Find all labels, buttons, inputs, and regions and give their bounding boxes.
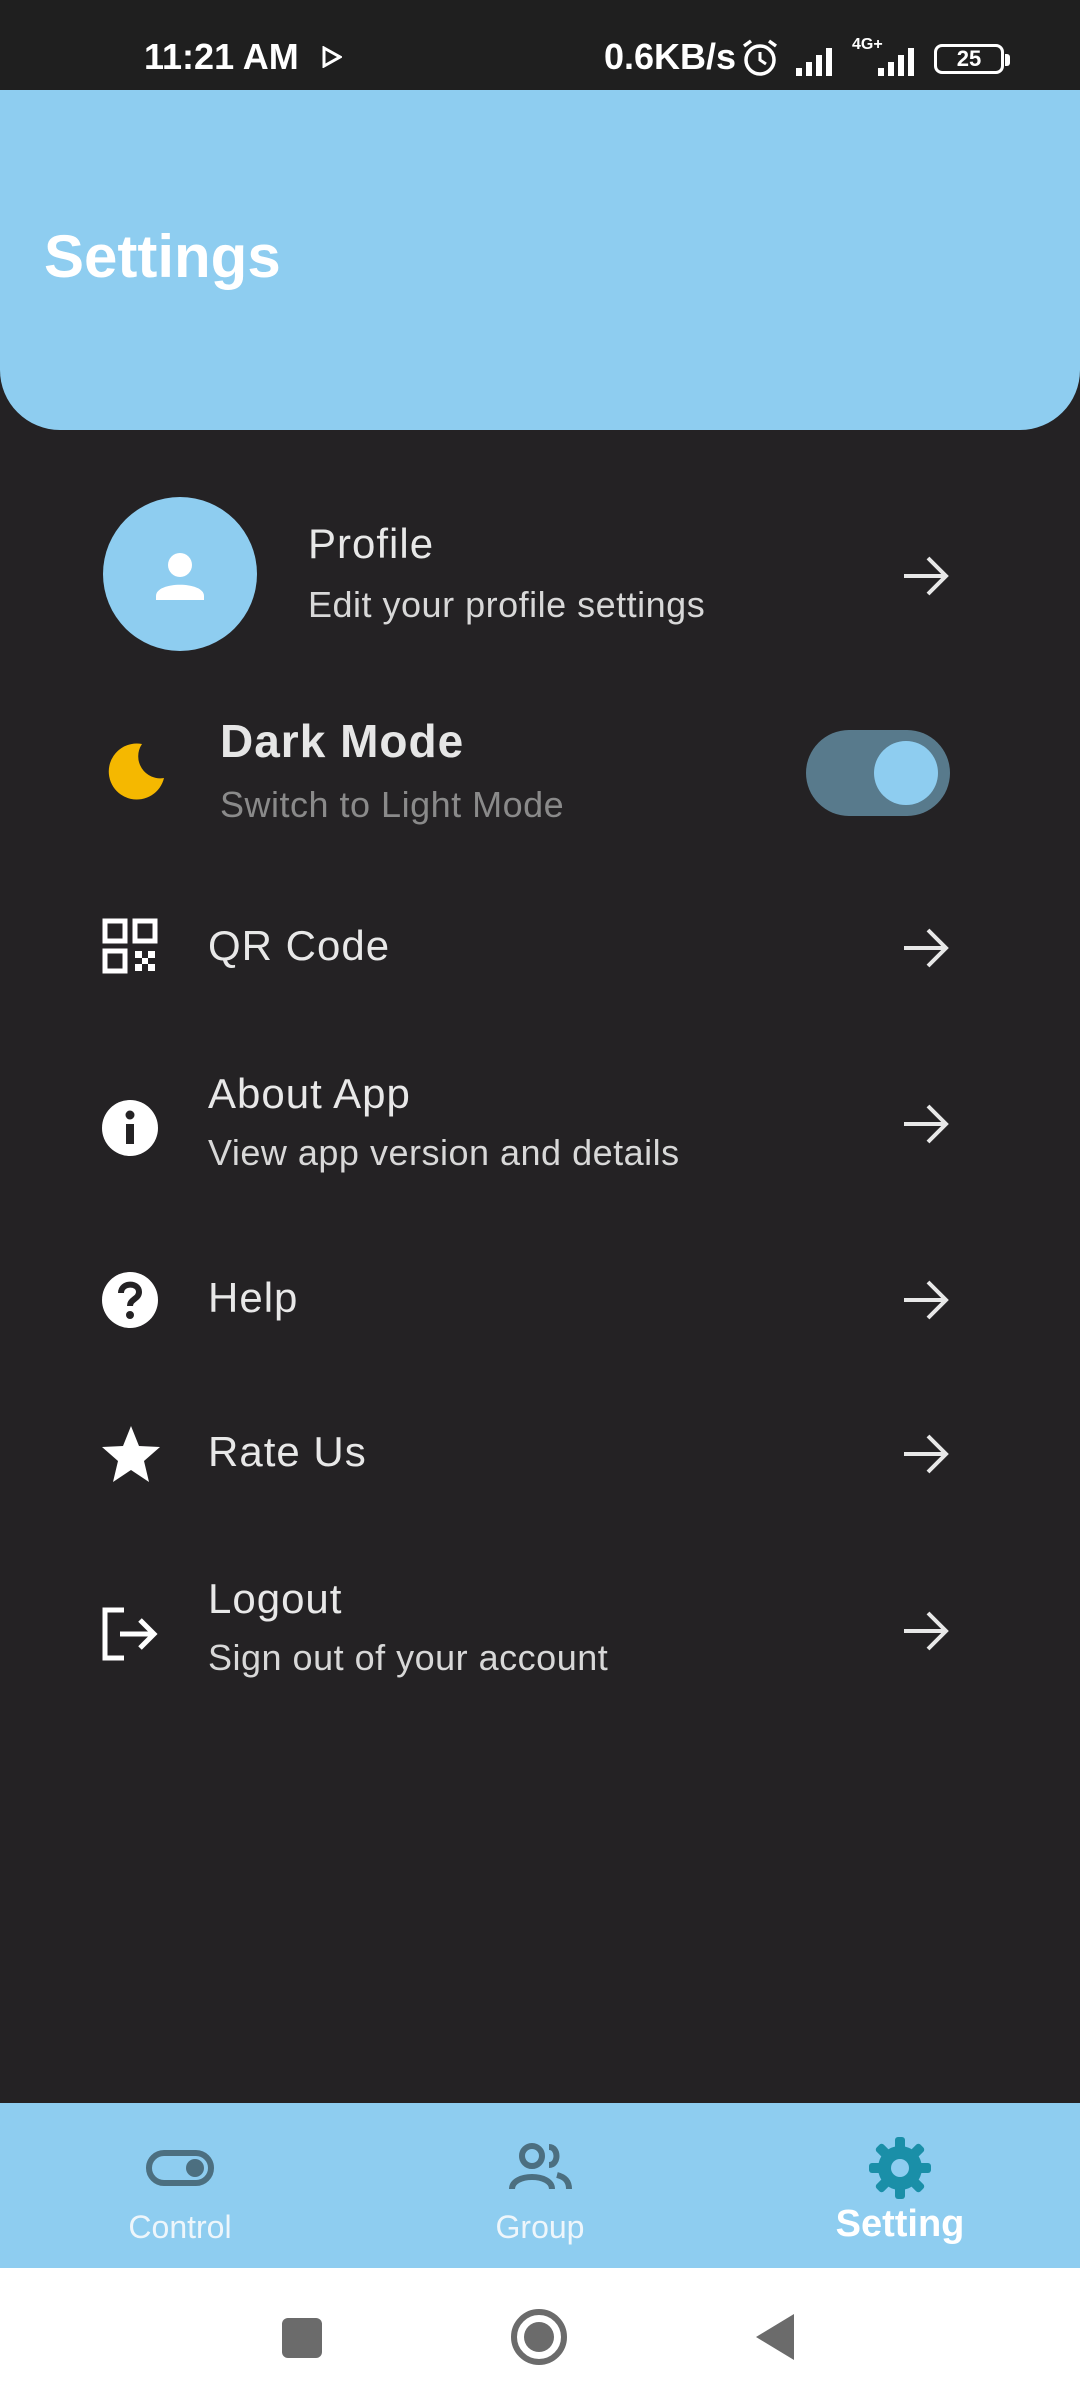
help-title: Help — [208, 1274, 299, 1321]
group-icon — [509, 2143, 572, 2190]
help-icon — [102, 1272, 158, 1328]
toggle-knob — [874, 741, 938, 805]
logout-subtitle: Sign out of your account — [208, 1637, 609, 1678]
net-speed: 0.6KB/s — [604, 36, 737, 77]
about-app-row[interactable]: About App View app version and details — [0, 1060, 1080, 1200]
status-time: 11:21 AM — [144, 36, 299, 77]
about-app-title: About App — [208, 1070, 411, 1117]
header: Settings — [0, 90, 1080, 430]
back-button[interactable] — [752, 2312, 798, 2362]
qr-code-row[interactable]: QR Code — [0, 880, 1080, 1020]
status-bar: 11:21 AM 0.6KB/s 4G+ 25 — [0, 0, 1080, 90]
logout-icon — [102, 1607, 158, 1661]
person-icon — [156, 553, 204, 600]
play-icon — [322, 46, 342, 68]
alarm-icon — [742, 39, 778, 76]
profile-title: Profile — [308, 520, 435, 567]
logout-title: Logout — [208, 1575, 343, 1622]
profile-subtitle: Edit your profile settings — [308, 584, 706, 625]
bottom-nav: Control Group Setting — [0, 2103, 1080, 2268]
nav-item-group[interactable]: Group — [360, 2103, 720, 2268]
signal-icon — [796, 48, 832, 76]
help-row[interactable]: Help — [0, 1240, 1080, 1360]
profile-row[interactable]: Profile Edit your profile settings — [0, 480, 1080, 670]
arrow-right-icon — [904, 928, 949, 968]
about-app-subtitle: View app version and details — [208, 1132, 680, 1173]
qr-code-icon — [102, 918, 158, 974]
dark-mode-toggle[interactable] — [806, 730, 950, 816]
toggle-icon — [146, 2150, 214, 2186]
nav-item-control[interactable]: Control — [0, 2103, 360, 2268]
nav-label-control: Control — [128, 2209, 232, 2245]
recents-button[interactable] — [280, 2316, 324, 2360]
arrow-right-icon — [904, 1104, 949, 1144]
nav-item-setting[interactable]: Setting — [720, 2103, 1080, 2268]
home-button[interactable] — [510, 2308, 568, 2366]
avatar — [103, 497, 257, 651]
gear-icon — [869, 2137, 931, 2199]
system-nav-bar — [0, 2268, 1080, 2400]
logout-row[interactable]: Logout Sign out of your account — [0, 1565, 1080, 1705]
battery-icon: 25 — [934, 44, 1010, 74]
rate-us-title: Rate Us — [208, 1428, 367, 1475]
qr-code-title: QR Code — [208, 922, 391, 969]
page-title: Settings — [44, 223, 281, 290]
nav-label-group: Group — [495, 2209, 585, 2245]
dark-mode-subtitle: Switch to Light Mode — [220, 784, 565, 825]
moon-icon — [108, 743, 164, 800]
dark-mode-title: Dark Mode — [220, 715, 465, 767]
nav-label-setting: Setting — [835, 2203, 965, 2245]
arrow-right-icon — [904, 1434, 949, 1474]
arrow-right-icon — [904, 556, 949, 596]
star-icon — [102, 1426, 160, 1482]
arrow-right-icon — [904, 1280, 949, 1320]
rate-us-row[interactable]: Rate Us — [0, 1394, 1080, 1514]
signal-4g-icon — [878, 48, 914, 76]
info-icon — [102, 1100, 158, 1156]
arrow-right-icon — [904, 1611, 949, 1651]
